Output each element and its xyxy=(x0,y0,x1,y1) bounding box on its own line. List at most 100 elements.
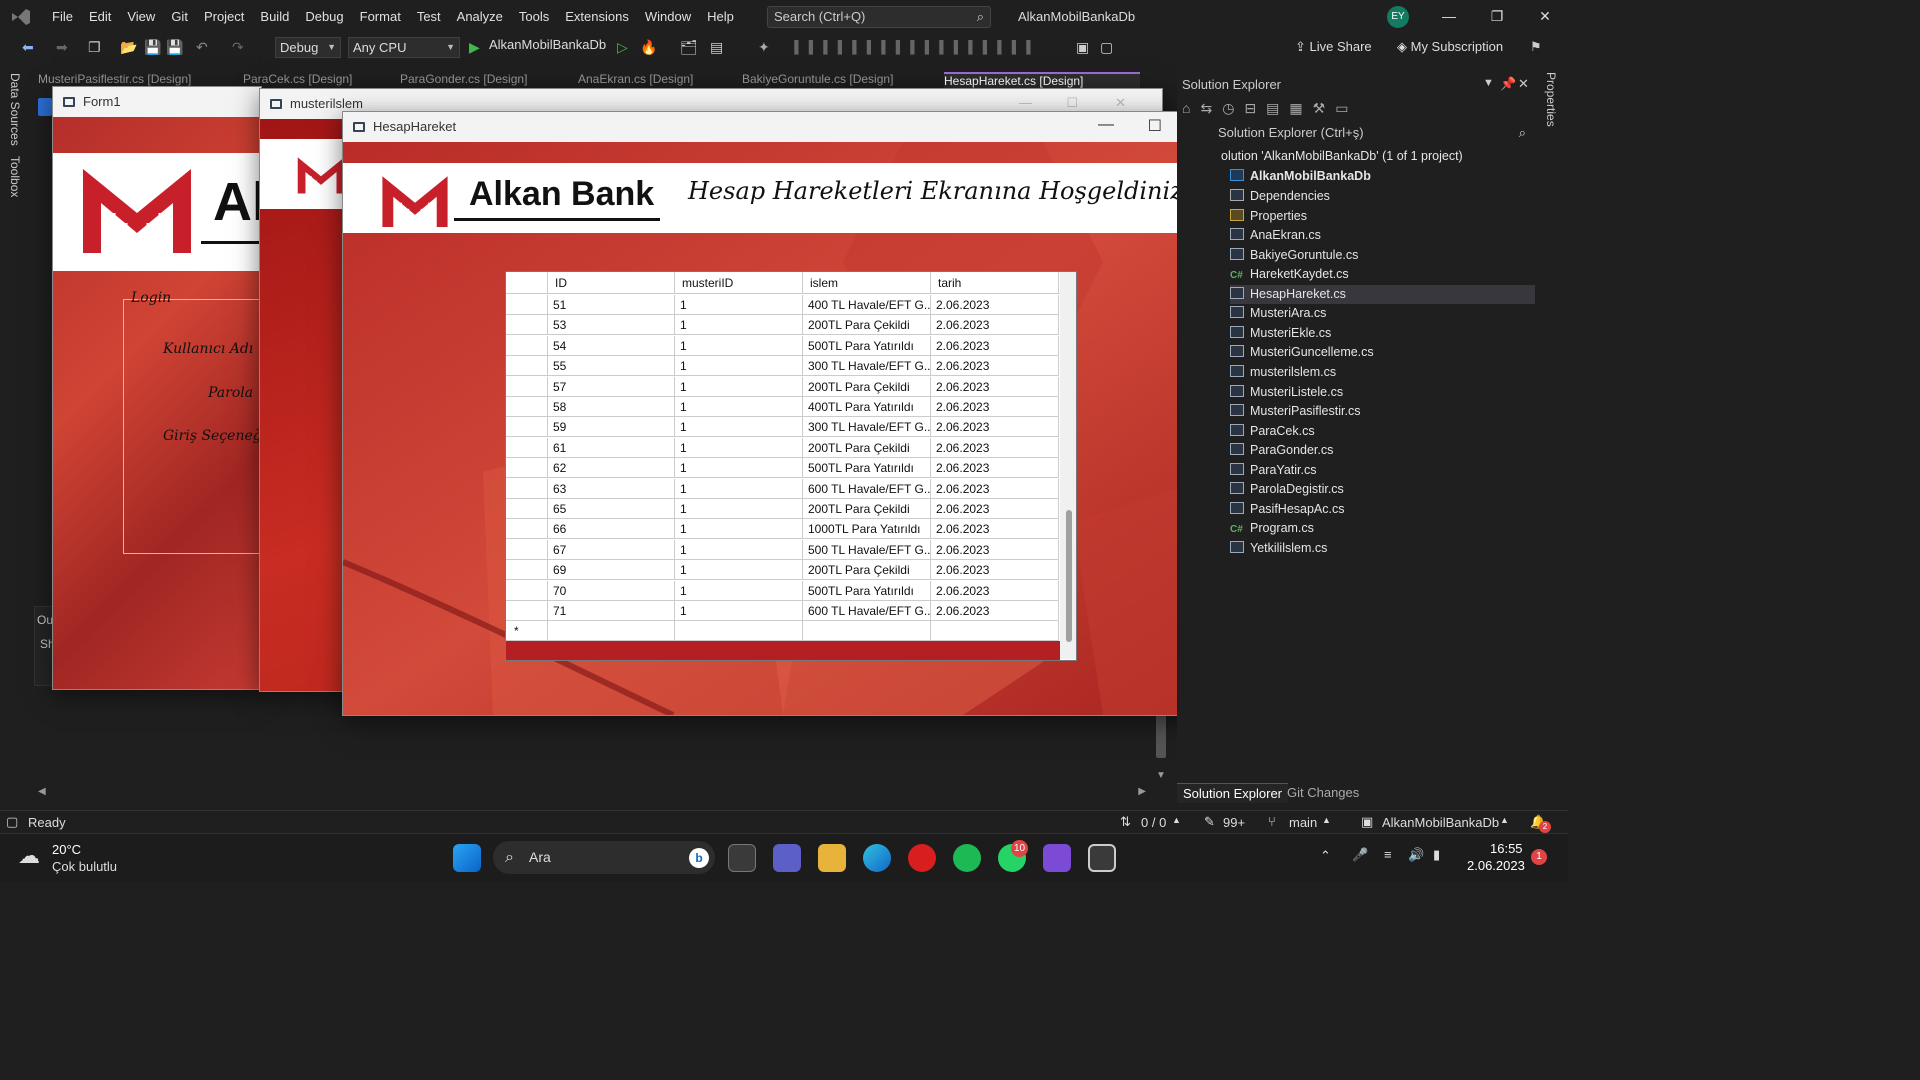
horizontal-scrollbar[interactable]: ◀ ▶ xyxy=(34,786,1148,802)
scroll-right-icon[interactable]: ▶ xyxy=(1138,786,1146,797)
properties-side-tab[interactable]: Properties xyxy=(1544,72,1558,127)
browse-icon[interactable]: 🗂 xyxy=(680,37,698,57)
edge-icon[interactable] xyxy=(863,844,891,872)
grid-cell[interactable]: 200TL Para Çekildi xyxy=(803,560,931,581)
teams-icon[interactable] xyxy=(773,844,801,872)
solution-item-paroladegistir-cs[interactable]: ParolaDegistir.cs xyxy=(1230,480,1344,499)
close-button[interactable]: ✕ xyxy=(1535,8,1555,26)
feedback-icon[interactable]: ⚑ xyxy=(1530,39,1542,55)
grid-cell[interactable] xyxy=(931,621,1059,642)
row-header[interactable] xyxy=(506,601,548,621)
volume-icon[interactable]: 🔊 xyxy=(1408,847,1424,863)
maximize-button[interactable]: ❐ xyxy=(1487,8,1507,26)
grid-cell[interactable]: 2.06.2023 xyxy=(931,580,1059,601)
grid-cell[interactable]: 55 xyxy=(548,356,675,377)
spotify-icon[interactable] xyxy=(953,844,981,872)
visual-studio-taskbar-icon[interactable] xyxy=(1043,844,1071,872)
new-project-icon[interactable]: ❐ xyxy=(88,37,101,57)
menu-item-project[interactable]: Project xyxy=(196,0,252,34)
grid-cell[interactable]: 500 TL Havale/EFT G... xyxy=(803,539,931,560)
row-header[interactable] xyxy=(506,417,548,438)
status-errors[interactable]: 0 / 0 xyxy=(1141,815,1166,830)
menu-item-format[interactable]: Format xyxy=(352,0,409,34)
grid-cell[interactable]: 2.06.2023 xyxy=(931,478,1059,499)
hesap-minimize-icon[interactable]: — xyxy=(1098,116,1114,134)
grid-cell[interactable]: 2.06.2023 xyxy=(931,315,1059,336)
output-icon[interactable]: ▢ xyxy=(6,814,18,830)
grid-column-header[interactable]: musteriID xyxy=(675,272,803,294)
save-icon[interactable]: 💾 xyxy=(144,37,161,57)
start-icon[interactable]: ▶ xyxy=(469,37,480,57)
solution-item-program-cs[interactable]: C# Program.cs xyxy=(1230,519,1314,538)
battery-icon[interactable]: ▮ xyxy=(1433,847,1440,863)
grid-cell[interactable]: 61 xyxy=(548,437,675,458)
start-without-debug-icon[interactable]: ▷ xyxy=(617,37,628,57)
forward-icon[interactable]: ➡ xyxy=(56,37,68,57)
microphone-icon[interactable]: 🎤 xyxy=(1352,847,1368,863)
layout-icon[interactable]: ▤ xyxy=(710,37,723,57)
solution-item-musterilistele-cs[interactable]: MusteriListele.cs xyxy=(1230,383,1343,402)
grid-cell[interactable]: 1 xyxy=(675,437,803,458)
menu-item-build[interactable]: Build xyxy=(252,0,297,34)
chevron-up-icon[interactable]: ⌃ xyxy=(1320,848,1331,864)
grid-cell[interactable]: 1 xyxy=(675,499,803,519)
grid-cell[interactable]: 1 xyxy=(675,560,803,581)
taskbar-search[interactable]: ⌕ Ara b xyxy=(493,841,715,874)
grid-cell[interactable]: 1 xyxy=(675,397,803,417)
status-repo[interactable]: AlkanMobilBankaDb xyxy=(1382,815,1499,830)
panel-dropdown-icon[interactable]: ▼ xyxy=(1483,77,1494,89)
config-dropdown[interactable]: Debug ▼ xyxy=(275,37,341,58)
grid-cell[interactable]: 54 xyxy=(548,335,675,356)
grid-cell[interactable]: 1 xyxy=(675,478,803,499)
solution-item-paracek-cs[interactable]: ParaCek.cs xyxy=(1230,422,1315,441)
live-share-button[interactable]: ⇪ Live Share xyxy=(1295,39,1372,55)
grid-cell[interactable]: 2.06.2023 xyxy=(931,601,1059,621)
grid-cell[interactable]: 500TL Para Yatırıldı xyxy=(803,335,931,356)
solution-item-dependencies[interactable]: Dependencies xyxy=(1230,187,1330,206)
grid-cell[interactable]: 67 xyxy=(548,539,675,560)
project-node[interactable]: AlkanMobilBankaDb xyxy=(1230,167,1371,186)
tab-git-changes[interactable]: Git Changes xyxy=(1287,783,1359,803)
platform-dropdown[interactable]: Any CPU ▼ xyxy=(348,37,460,58)
grid-cell[interactable]: 66 xyxy=(548,519,675,540)
grid-cell[interactable]: 1 xyxy=(675,376,803,397)
solution-search-input[interactable]: Solution Explorer (Ctrl+ş) ⌕ xyxy=(1218,125,1534,145)
scroll-thumb[interactable] xyxy=(1156,714,1166,758)
grid-scroll-thumb[interactable] xyxy=(1066,510,1072,642)
row-header[interactable] xyxy=(506,478,548,499)
hot-reload-icon[interactable]: 🔥 xyxy=(640,37,657,57)
row-header[interactable] xyxy=(506,437,548,458)
grid-cell[interactable]: 200TL Para Çekildi xyxy=(803,376,931,397)
bring-to-front-icon[interactable]: ▣ xyxy=(1076,37,1089,57)
solution-item-parayatir-cs[interactable]: ParaYatir.cs xyxy=(1230,461,1316,480)
solution-item-yetkililslem-cs[interactable]: Yetkililslem.cs xyxy=(1230,539,1327,558)
grid-cell[interactable]: 300 TL Havale/EFT G... xyxy=(803,417,931,438)
menu-item-extensions[interactable]: Extensions xyxy=(557,0,637,34)
solution-item-musterilslem-cs[interactable]: musterilslem.cs xyxy=(1230,363,1336,382)
grid-cell[interactable] xyxy=(548,621,675,642)
musteri-minimize-icon[interactable]: — xyxy=(1019,95,1032,110)
clock-time[interactable]: 16:55 xyxy=(1490,841,1523,856)
home-icon[interactable]: ⌂ xyxy=(1182,100,1200,116)
grid-cell[interactable]: 1 xyxy=(675,417,803,438)
subscription-button[interactable]: ◈ My Subscription xyxy=(1397,39,1503,55)
preview-icon[interactable]: ▭ xyxy=(1335,100,1358,116)
solution-node[interactable]: olution 'AlkanMobilBankaDb' (1 of 1 proj… xyxy=(1221,147,1463,166)
grid-cell[interactable]: 1 xyxy=(675,458,803,479)
tab-solution-explorer[interactable]: Solution Explorer xyxy=(1177,783,1288,803)
grid-cell[interactable]: 400 TL Havale/EFT G... xyxy=(803,295,931,315)
menu-item-analyze[interactable]: Analyze xyxy=(449,0,511,34)
scroll-left-icon[interactable]: ◀ xyxy=(38,786,46,797)
musteri-maximize-icon[interactable]: ☐ xyxy=(1066,95,1078,111)
redo-icon[interactable]: ↷ xyxy=(232,37,244,57)
menu-item-tools[interactable]: Tools xyxy=(511,0,557,34)
grid-cell[interactable]: 1 xyxy=(675,295,803,315)
bing-icon[interactable]: b xyxy=(689,848,709,868)
row-header[interactable] xyxy=(506,397,548,417)
solution-item-properties[interactable]: Properties xyxy=(1230,207,1307,226)
grid-column-header[interactable]: islem xyxy=(803,272,931,294)
run-target-label[interactable]: AlkanMobilBankaDb xyxy=(489,37,606,52)
grid-cell[interactable]: 600 TL Havale/EFT G... xyxy=(803,601,931,621)
task-view-icon[interactable] xyxy=(728,844,756,872)
grid-cell[interactable]: 51 xyxy=(548,295,675,315)
